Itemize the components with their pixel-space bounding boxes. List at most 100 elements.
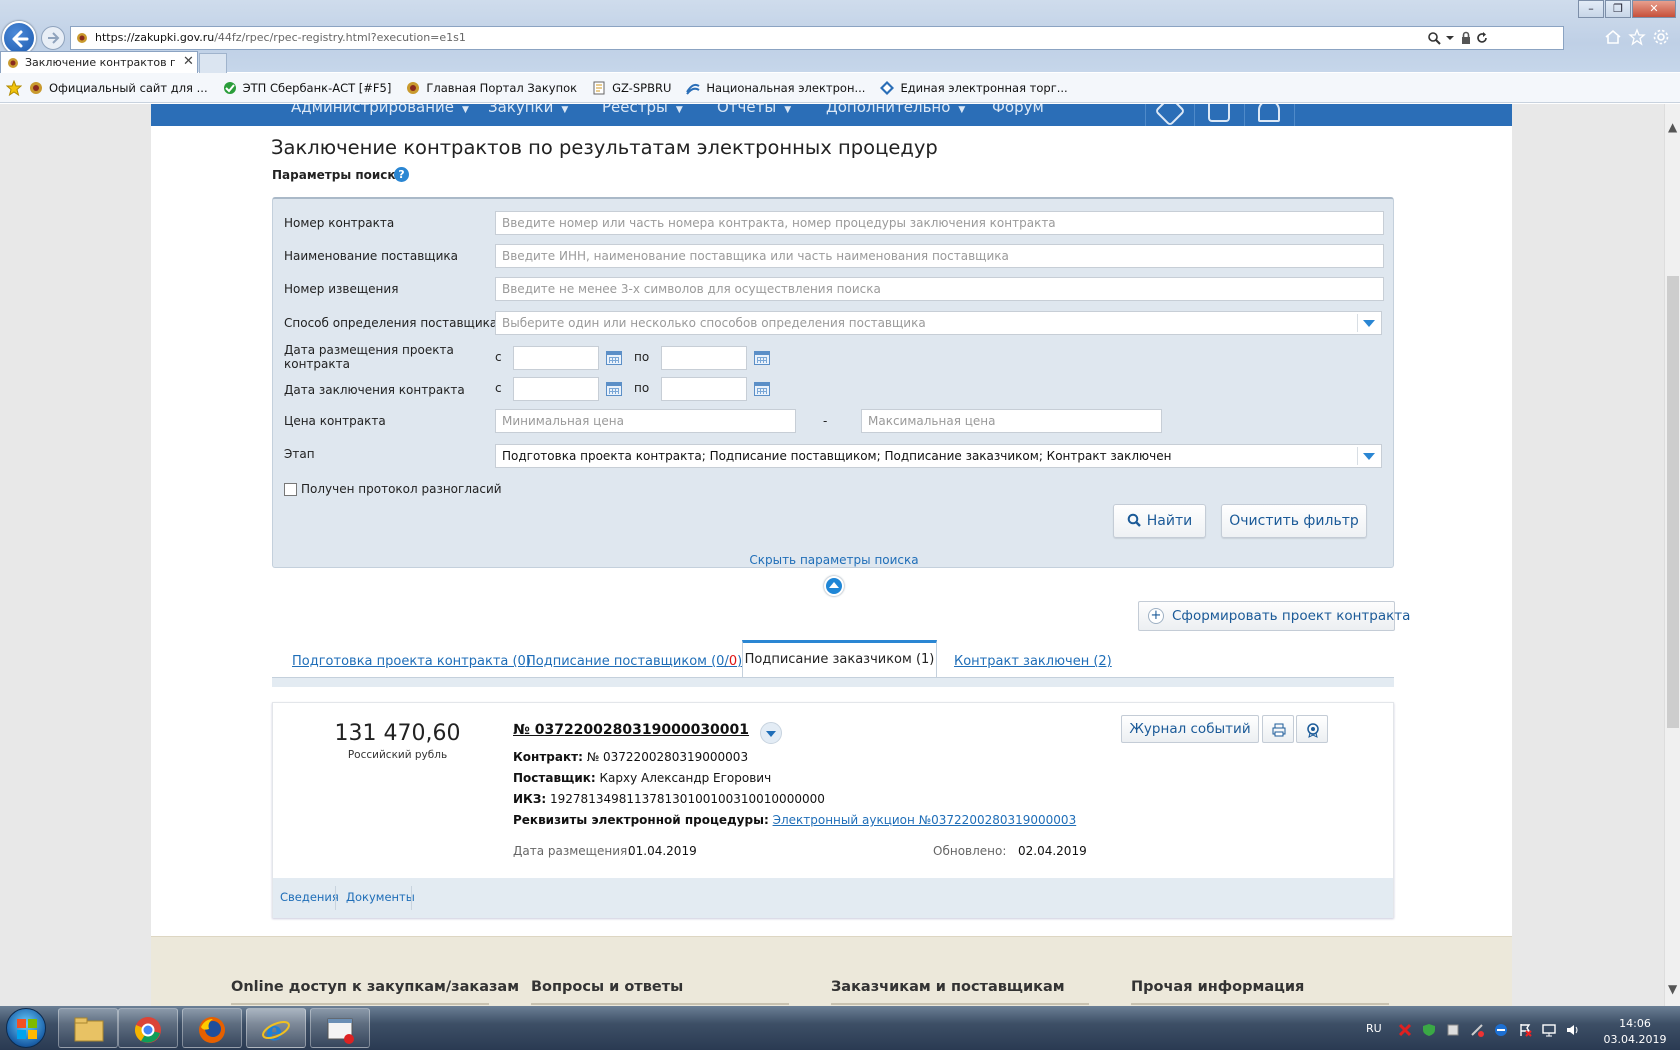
top-navigation: Администрирование ▼ Закупки ▼ Реестры ▼ Отч…: [151, 104, 1512, 126]
taskbar-explorer[interactable]: [58, 1008, 118, 1048]
address-url[interactable]: https://zakupki.gov.ru/44fz/rpec/rpec-re…: [95, 31, 466, 44]
scroll-up-icon[interactable]: ▲: [1668, 120, 1677, 134]
chevron-down-icon[interactable]: [760, 722, 782, 744]
refresh-icon[interactable]: [1475, 31, 1489, 45]
taskbar-ie[interactable]: e: [246, 1008, 306, 1048]
network-tool-icon[interactable]: [1470, 1023, 1484, 1037]
flag-icon[interactable]: [1518, 1023, 1532, 1037]
tab-concluded[interactable]: Контракт заключен (2): [954, 654, 1112, 669]
draft-date-to-input[interactable]: [661, 346, 747, 370]
shield-check-icon[interactable]: [1422, 1023, 1436, 1037]
lock-icon[interactable]: [1459, 31, 1473, 45]
draft-date-from-input[interactable]: [513, 346, 599, 370]
favorite-item-gz-spbru[interactable]: GZ-SPBRU: [591, 80, 671, 96]
favorite-item-unified[interactable]: Единая электронная торг...: [879, 80, 1068, 96]
new-tab-button[interactable]: [199, 53, 227, 73]
clock-date[interactable]: 03.04.2019: [1600, 1033, 1670, 1046]
chevron-down-icon[interactable]: [1357, 314, 1379, 332]
vertical-scrollbar[interactable]: ▲ ▼: [1664, 104, 1680, 1006]
calendar-icon[interactable]: [606, 382, 622, 396]
favorite-item-portal[interactable]: Главная Портал Закупок: [405, 80, 577, 96]
calendar-icon[interactable]: [606, 351, 622, 365]
contract-number-input[interactable]: Введите номер или часть номера контракта…: [495, 211, 1384, 235]
nav-item-reports[interactable]: Отчеты ▼: [717, 104, 791, 116]
scroll-down-icon[interactable]: ▼: [1668, 982, 1677, 996]
contract-registry-number[interactable]: № 0372200280319000030001: [513, 722, 749, 738]
checkbox-icon[interactable]: [1208, 104, 1230, 122]
sign-date-from-input[interactable]: [513, 377, 599, 401]
footer-heading-faq[interactable]: Вопросы и ответы: [531, 979, 789, 1005]
calendar-icon[interactable]: [754, 382, 770, 396]
speaker-icon[interactable]: [1566, 1023, 1580, 1037]
nav-item-registries[interactable]: Реестры ▼: [602, 104, 683, 116]
footer-heading-customers-suppliers[interactable]: Заказчикам и поставщикам: [831, 979, 1089, 1005]
minimize-button[interactable]: –: [1578, 0, 1604, 18]
maximize-button[interactable]: ❐: [1605, 0, 1631, 18]
requisites-link[interactable]: Электронный аукцион №0372200280319000003: [773, 813, 1077, 827]
card-tab-info[interactable]: Сведения: [280, 890, 339, 904]
start-button[interactable]: [6, 1008, 46, 1048]
collapse-up-icon[interactable]: [824, 576, 844, 596]
taskbar-firefox[interactable]: [182, 1008, 242, 1048]
search-icon[interactable]: [1427, 31, 1441, 45]
form-contract-button[interactable]: + Сформировать проект контракта: [1138, 601, 1410, 631]
calendar-icon[interactable]: [754, 351, 770, 365]
favorite-label: Главная Портал Закупок: [426, 80, 578, 95]
no-entry-icon[interactable]: [1494, 1023, 1508, 1037]
address-bar[interactable]: https://zakupki.gov.ru/44fz/rpec/rpec-re…: [70, 26, 1564, 50]
print-button[interactable]: [1262, 715, 1294, 743]
gear-icon[interactable]: [1652, 28, 1670, 46]
stage-select[interactable]: Подготовка проекта контракта; Подписание…: [495, 444, 1382, 468]
emblem-icon: [77, 33, 87, 43]
nav-item-forum[interactable]: Форум: [992, 104, 1044, 116]
back-button[interactable]: [2, 21, 36, 55]
notice-number-input[interactable]: Введите не менее 3-х символов для осущес…: [495, 277, 1384, 301]
footer-heading-online-access[interactable]: Online доступ к закупкам/заказам: [231, 979, 519, 1005]
window-controls: – ❐ ✕: [1577, 0, 1676, 18]
hide-search-params-link[interactable]: Скрыть параметры поиска: [273, 553, 1395, 567]
favorite-item-official-site[interactable]: Официальный сайт для ...: [28, 80, 208, 96]
certificate-button[interactable]: [1296, 715, 1328, 743]
footer-heading-other-info[interactable]: Прочая информация: [1131, 979, 1389, 1005]
tool-icon[interactable]: [1446, 1023, 1460, 1037]
nav-item-additional[interactable]: Дополнительно ▼: [826, 104, 965, 116]
favorite-item-sberbank-ast[interactable]: ЭТП Сбербанк-АСТ [#F5]: [222, 80, 391, 96]
close-window-button[interactable]: ✕: [1632, 0, 1676, 18]
taskbar-chrome[interactable]: [118, 1008, 178, 1048]
card-tab-documents[interactable]: Документы: [346, 890, 415, 904]
star-icon[interactable]: [1628, 28, 1646, 46]
chevron-down-icon[interactable]: [1357, 447, 1379, 465]
supplier-name-input[interactable]: Введите ИНН, наименование поставщика или…: [495, 244, 1384, 268]
scroll-thumb[interactable]: [1667, 276, 1679, 728]
nav-item-purchases[interactable]: Закупки ▼: [488, 104, 568, 116]
monitor-icon[interactable]: [1542, 1023, 1556, 1037]
clock-time[interactable]: 14:06: [1600, 1017, 1670, 1030]
clear-filter-button[interactable]: Очистить фильтр: [1221, 504, 1367, 538]
help-icon[interactable]: ?: [394, 167, 409, 182]
antivirus-icon[interactable]: [1398, 1023, 1412, 1037]
price-max-input[interactable]: Максимальная цена: [861, 409, 1162, 433]
tab-supplier-signing[interactable]: Подписание поставщиком (0/0): [526, 654, 742, 669]
favorites-star-icon[interactable]: [6, 79, 22, 96]
price-min-input[interactable]: Минимальная цена: [495, 409, 796, 433]
sign-date-to-input[interactable]: [661, 377, 747, 401]
nav-item-administration[interactable]: Администрирование ▼: [291, 104, 469, 116]
taskbar-app[interactable]: [310, 1008, 370, 1048]
dropdown-icon[interactable]: [1443, 31, 1457, 45]
browser-tab[interactable]: Заключение контрактов п... ✕: [0, 51, 198, 73]
home-icon[interactable]: [1604, 28, 1622, 46]
find-button[interactable]: Найти: [1113, 504, 1206, 538]
bell-icon[interactable]: [1258, 104, 1280, 122]
tab-customer-signing[interactable]: Подписание заказчиком (1): [742, 640, 937, 677]
supplier-method-select[interactable]: Выберите один или несколько способов опр…: [495, 311, 1382, 335]
shield-icon[interactable]: [1154, 104, 1186, 126]
close-tab-icon[interactable]: ✕: [183, 54, 194, 69]
protocol-checkbox[interactable]: [284, 483, 297, 496]
event-journal-button[interactable]: Журнал событий: [1121, 715, 1259, 743]
feed-icon: [686, 83, 700, 95]
forward-button[interactable]: [41, 26, 65, 50]
tab-draft[interactable]: Подготовка проекта контракта (0): [292, 654, 531, 669]
keyboard-language[interactable]: RU: [1366, 1022, 1382, 1035]
favorite-item-national[interactable]: Национальная электрон...: [685, 80, 865, 96]
caret-down-icon: ▼: [958, 105, 966, 115]
